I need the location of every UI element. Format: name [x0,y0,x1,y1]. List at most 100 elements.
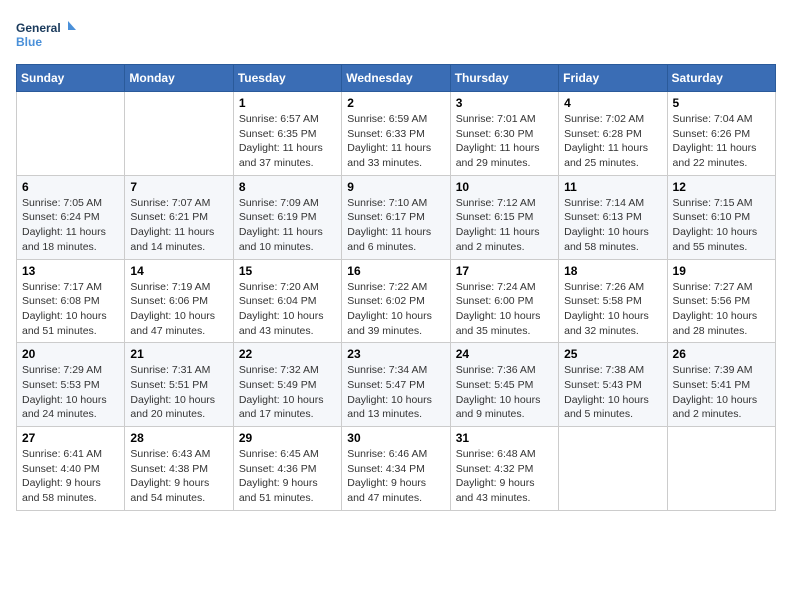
day-number: 31 [456,431,553,445]
calendar-cell: 21 Sunrise: 7:31 AM Sunset: 5:51 PM Dayl… [125,343,233,427]
sunset-label: Sunset: 6:17 PM [347,211,425,223]
sunrise-label: Sunrise: 7:22 AM [347,281,427,293]
calendar-cell: 7 Sunrise: 7:07 AM Sunset: 6:21 PM Dayli… [125,175,233,259]
calendar-cell: 27 Sunrise: 6:41 AM Sunset: 4:40 PM Dayl… [17,427,125,511]
day-info: Sunrise: 7:09 AM Sunset: 6:19 PM Dayligh… [239,196,336,255]
sunrise-label: Sunrise: 7:05 AM [22,197,102,209]
day-info: Sunrise: 6:48 AM Sunset: 4:32 PM Dayligh… [456,447,553,506]
day-info: Sunrise: 6:43 AM Sunset: 4:38 PM Dayligh… [130,447,227,506]
day-number: 3 [456,96,553,110]
sunset-label: Sunset: 6:33 PM [347,128,425,140]
sunset-label: Sunset: 6:15 PM [456,211,534,223]
day-number: 2 [347,96,444,110]
daylight-label: Daylight: 9 hours and 43 minutes. [456,477,535,504]
header-thursday: Thursday [450,65,558,92]
calendar-week-row: 20 Sunrise: 7:29 AM Sunset: 5:53 PM Dayl… [17,343,776,427]
day-info: Sunrise: 7:34 AM Sunset: 5:47 PM Dayligh… [347,363,444,422]
day-info: Sunrise: 7:05 AM Sunset: 6:24 PM Dayligh… [22,196,119,255]
day-number: 6 [22,180,119,194]
sunrise-label: Sunrise: 6:41 AM [22,448,102,460]
day-info: Sunrise: 7:26 AM Sunset: 5:58 PM Dayligh… [564,280,661,339]
sunrise-label: Sunrise: 7:09 AM [239,197,319,209]
calendar-cell: 10 Sunrise: 7:12 AM Sunset: 6:15 PM Dayl… [450,175,558,259]
day-info: Sunrise: 7:24 AM Sunset: 6:00 PM Dayligh… [456,280,553,339]
calendar-cell: 13 Sunrise: 7:17 AM Sunset: 6:08 PM Dayl… [17,259,125,343]
day-number: 21 [130,347,227,361]
calendar-cell: 14 Sunrise: 7:19 AM Sunset: 6:06 PM Dayl… [125,259,233,343]
day-number: 26 [673,347,770,361]
sunset-label: Sunset: 4:38 PM [130,463,208,475]
header-monday: Monday [125,65,233,92]
day-number: 4 [564,96,661,110]
calendar-cell: 12 Sunrise: 7:15 AM Sunset: 6:10 PM Dayl… [667,175,775,259]
sunrise-label: Sunrise: 7:26 AM [564,281,644,293]
day-info: Sunrise: 7:02 AM Sunset: 6:28 PM Dayligh… [564,112,661,171]
daylight-label: Daylight: 9 hours and 58 minutes. [22,477,101,504]
day-number: 23 [347,347,444,361]
daylight-label: Daylight: 11 hours and 14 minutes. [130,226,214,253]
calendar-cell [17,92,125,176]
header-sunday: Sunday [17,65,125,92]
daylight-label: Daylight: 9 hours and 51 minutes. [239,477,318,504]
daylight-label: Daylight: 9 hours and 47 minutes. [347,477,426,504]
daylight-label: Daylight: 10 hours and 17 minutes. [239,394,324,421]
sunrise-label: Sunrise: 6:46 AM [347,448,427,460]
sunset-label: Sunset: 6:06 PM [130,295,208,307]
day-number: 29 [239,431,336,445]
daylight-label: Daylight: 11 hours and 2 minutes. [456,226,540,253]
sunset-label: Sunset: 5:47 PM [347,379,425,391]
day-number: 19 [673,264,770,278]
sunrise-label: Sunrise: 7:17 AM [22,281,102,293]
day-info: Sunrise: 6:59 AM Sunset: 6:33 PM Dayligh… [347,112,444,171]
day-info: Sunrise: 7:19 AM Sunset: 6:06 PM Dayligh… [130,280,227,339]
calendar-week-row: 1 Sunrise: 6:57 AM Sunset: 6:35 PM Dayli… [17,92,776,176]
day-info: Sunrise: 7:22 AM Sunset: 6:02 PM Dayligh… [347,280,444,339]
day-number: 14 [130,264,227,278]
calendar-cell: 29 Sunrise: 6:45 AM Sunset: 4:36 PM Dayl… [233,427,341,511]
day-info: Sunrise: 7:29 AM Sunset: 5:53 PM Dayligh… [22,363,119,422]
calendar-cell: 1 Sunrise: 6:57 AM Sunset: 6:35 PM Dayli… [233,92,341,176]
calendar-header-row: SundayMondayTuesdayWednesdayThursdayFrid… [17,65,776,92]
daylight-label: Daylight: 11 hours and 37 minutes. [239,142,323,169]
daylight-label: Daylight: 10 hours and 20 minutes. [130,394,215,421]
header-wednesday: Wednesday [342,65,450,92]
calendar-cell: 11 Sunrise: 7:14 AM Sunset: 6:13 PM Dayl… [559,175,667,259]
day-info: Sunrise: 7:38 AM Sunset: 5:43 PM Dayligh… [564,363,661,422]
sunset-label: Sunset: 6:13 PM [564,211,642,223]
daylight-label: Daylight: 10 hours and 35 minutes. [456,310,541,337]
daylight-label: Daylight: 11 hours and 6 minutes. [347,226,431,253]
day-info: Sunrise: 7:39 AM Sunset: 5:41 PM Dayligh… [673,363,770,422]
daylight-label: Daylight: 10 hours and 28 minutes. [673,310,758,337]
day-number: 5 [673,96,770,110]
calendar-cell: 15 Sunrise: 7:20 AM Sunset: 6:04 PM Dayl… [233,259,341,343]
day-number: 13 [22,264,119,278]
sunset-label: Sunset: 5:49 PM [239,379,317,391]
day-number: 20 [22,347,119,361]
calendar-cell: 22 Sunrise: 7:32 AM Sunset: 5:49 PM Dayl… [233,343,341,427]
day-info: Sunrise: 6:57 AM Sunset: 6:35 PM Dayligh… [239,112,336,171]
sunrise-label: Sunrise: 7:36 AM [456,364,536,376]
day-number: 11 [564,180,661,194]
daylight-label: Daylight: 10 hours and 2 minutes. [673,394,758,421]
sunset-label: Sunset: 5:45 PM [456,379,534,391]
calendar-week-row: 13 Sunrise: 7:17 AM Sunset: 6:08 PM Dayl… [17,259,776,343]
day-number: 22 [239,347,336,361]
sunset-label: Sunset: 5:41 PM [673,379,751,391]
day-number: 15 [239,264,336,278]
daylight-label: Daylight: 11 hours and 33 minutes. [347,142,431,169]
day-number: 18 [564,264,661,278]
sunrise-label: Sunrise: 7:38 AM [564,364,644,376]
sunrise-label: Sunrise: 7:32 AM [239,364,319,376]
day-number: 9 [347,180,444,194]
calendar-cell [125,92,233,176]
logo: General Blue [16,16,76,56]
day-info: Sunrise: 7:27 AM Sunset: 5:56 PM Dayligh… [673,280,770,339]
sunset-label: Sunset: 4:34 PM [347,463,425,475]
daylight-label: Daylight: 10 hours and 9 minutes. [456,394,541,421]
day-info: Sunrise: 6:46 AM Sunset: 4:34 PM Dayligh… [347,447,444,506]
sunset-label: Sunset: 5:51 PM [130,379,208,391]
daylight-label: Daylight: 10 hours and 39 minutes. [347,310,432,337]
day-number: 17 [456,264,553,278]
sunset-label: Sunset: 6:35 PM [239,128,317,140]
sunrise-label: Sunrise: 7:02 AM [564,113,644,125]
